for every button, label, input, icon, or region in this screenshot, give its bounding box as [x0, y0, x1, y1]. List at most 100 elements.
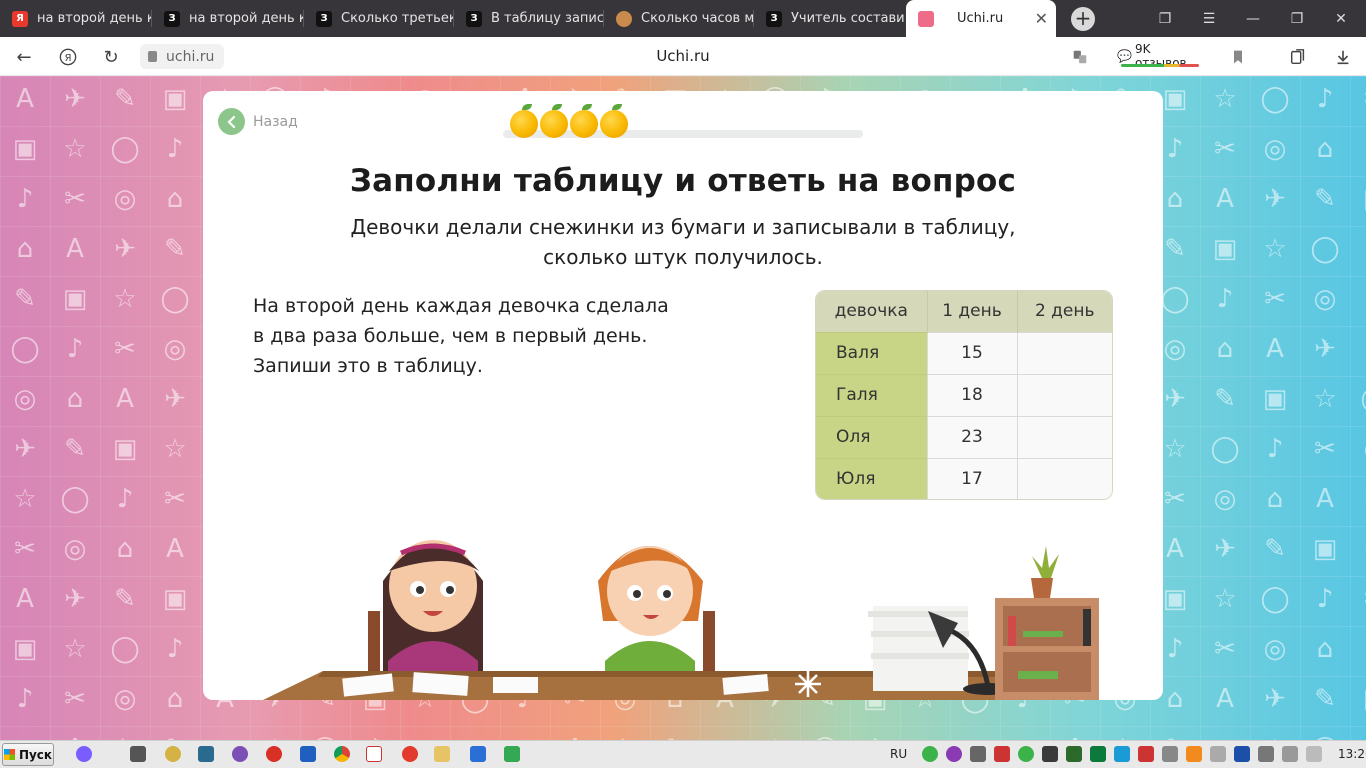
bookmark-icon[interactable]	[1226, 45, 1250, 69]
background-pattern-icon: ⌂	[166, 684, 184, 714]
app-icon[interactable]	[470, 746, 486, 762]
start-button[interactable]: Пуск	[2, 743, 54, 766]
background-pattern-icon: ♪	[1316, 84, 1334, 114]
background-pattern-icon: ◯	[60, 484, 90, 514]
background-pattern-icon: ▣	[162, 584, 188, 614]
browser-tab[interactable]: З Учитель составил	[754, 0, 904, 37]
tab-title: Сколько третьекл	[341, 11, 454, 26]
task-text: На второй день каждая девочка сделала в …	[253, 291, 713, 381]
girl-name: Валя	[816, 331, 927, 374]
tray-icon[interactable]	[1138, 746, 1154, 762]
app-icon[interactable]	[504, 746, 520, 762]
tray-icon[interactable]	[970, 746, 986, 762]
snowflake-table: девочка 1 день 2 день Валя 15 Галя 18 Ол	[815, 290, 1113, 500]
menu-icon[interactable]: ☰	[1187, 0, 1231, 37]
extension-icon[interactable]	[1068, 45, 1092, 69]
background-pattern-icon: ✈	[1350, 484, 1366, 514]
yandex-icon[interactable]	[402, 746, 418, 762]
back-button[interactable]: Назад	[218, 108, 298, 135]
close-window-icon[interactable]: ✕	[1319, 0, 1363, 37]
chrome-icon[interactable]	[334, 746, 350, 762]
browser-tab[interactable]: З на второй день к	[152, 0, 304, 37]
day2-input-cell[interactable]	[1016, 373, 1112, 416]
folder-icon[interactable]	[434, 746, 450, 762]
browser-tab[interactable]: З Сколько третьекл	[304, 0, 454, 37]
header-girl: девочка	[816, 291, 927, 332]
background-pattern-icon: ✈	[1314, 334, 1336, 364]
tray-icon[interactable]	[1162, 746, 1178, 762]
background-pattern-icon: ⌂	[1216, 334, 1234, 364]
tray-icon[interactable]	[1018, 746, 1034, 762]
reviews-button[interactable]: 💬 9K отзывов	[1117, 42, 1202, 70]
tray-icon[interactable]	[946, 746, 962, 762]
background-pattern-icon: ✂	[1350, 84, 1366, 114]
yandex-browser-icon[interactable]	[366, 746, 382, 762]
browser-tab[interactable]: З В таблицу записа	[454, 0, 604, 37]
opera-icon[interactable]	[266, 746, 282, 762]
orange-progress-icon	[600, 104, 628, 138]
download-icon[interactable]	[1331, 45, 1355, 69]
znanija-icon: З	[164, 10, 180, 27]
tray-icon[interactable]	[1258, 746, 1274, 762]
save-icon[interactable]	[300, 746, 316, 762]
tab-title: В таблицу записа	[491, 11, 604, 26]
browser-tab[interactable]: Сколько часов м	[604, 0, 754, 37]
collections-icon[interactable]	[1286, 45, 1310, 69]
tab-list-icon[interactable]: ❐	[1143, 0, 1187, 37]
network-icon[interactable]	[1282, 746, 1298, 762]
background-pattern-icon: ◎	[1350, 434, 1366, 464]
volume-icon[interactable]	[1210, 746, 1226, 762]
app-icon[interactable]	[165, 746, 181, 762]
orange-progress-icon	[510, 104, 538, 138]
tray-icon[interactable]	[1114, 746, 1130, 762]
alice-icon[interactable]	[76, 746, 92, 762]
close-tab-icon[interactable]: ✕	[1035, 9, 1048, 28]
background-pattern-icon: ⌂	[66, 384, 84, 414]
signal-icon[interactable]	[1306, 746, 1322, 762]
task-subtitle: Девочки делали снежинки из бумаги и запи…	[203, 212, 1163, 272]
background-pattern-icon: A	[16, 584, 34, 614]
browser-tab-active[interactable]: Uchi.ru ✕	[906, 0, 1056, 37]
calculator-icon[interactable]	[130, 746, 146, 762]
table-row: Валя 15	[816, 331, 1112, 374]
language-indicator[interactable]: RU	[890, 747, 907, 761]
new-tab-button[interactable]: +	[1071, 7, 1095, 31]
app-icon[interactable]	[198, 746, 214, 762]
restore-icon[interactable]: ❐	[1275, 0, 1319, 37]
tray-icon[interactable]	[994, 746, 1010, 762]
day1-value: 15	[926, 331, 1017, 374]
background-pattern-icon: ✂	[1214, 634, 1236, 664]
day2-input-cell[interactable]	[1016, 457, 1112, 499]
minimize-icon[interactable]: —	[1231, 0, 1275, 37]
tray-icon[interactable]	[1066, 746, 1082, 762]
browser-tab-strip: Я на второй день к З на второй день к З …	[0, 0, 1366, 37]
bluetooth-icon[interactable]	[1234, 746, 1250, 762]
background-pattern-icon: A	[116, 384, 134, 414]
windows-logo-icon	[3, 749, 15, 760]
back-label: Назад	[253, 113, 298, 130]
task-line: На второй день каждая девочка сделала	[253, 295, 669, 317]
tray-icon[interactable]	[1042, 746, 1058, 762]
background-pattern-icon: ◎	[63, 534, 87, 564]
background-pattern-icon: ✈	[164, 384, 186, 414]
nvidia-icon[interactable]	[1090, 746, 1106, 762]
znanija-icon: З	[766, 10, 782, 27]
background-pattern-icon: ✂	[14, 534, 36, 564]
background-pattern-icon: ◯	[1210, 434, 1240, 464]
viber-icon[interactable]	[232, 746, 248, 762]
tray-icon[interactable]	[922, 746, 938, 762]
background-pattern-icon: ◎	[1263, 634, 1287, 664]
background-pattern-icon: A	[1350, 134, 1366, 164]
browser-tab[interactable]: Я на второй день к	[0, 0, 152, 37]
background-pattern-icon: ⌂	[1316, 634, 1334, 664]
background-pattern-icon: ✈	[1264, 684, 1286, 714]
tray-icon[interactable]	[1186, 746, 1202, 762]
background-pattern-icon: A	[1316, 484, 1334, 514]
background-pattern-icon: ♪	[166, 134, 184, 164]
day2-input-cell[interactable]	[1016, 415, 1112, 458]
day2-input-cell[interactable]	[1016, 331, 1112, 374]
background-pattern-icon: ⌂	[116, 534, 134, 564]
background-pattern-icon: ⌂	[166, 184, 184, 214]
background-pattern-icon: ✎	[164, 234, 186, 264]
background-pattern-icon: ▣	[12, 634, 38, 664]
